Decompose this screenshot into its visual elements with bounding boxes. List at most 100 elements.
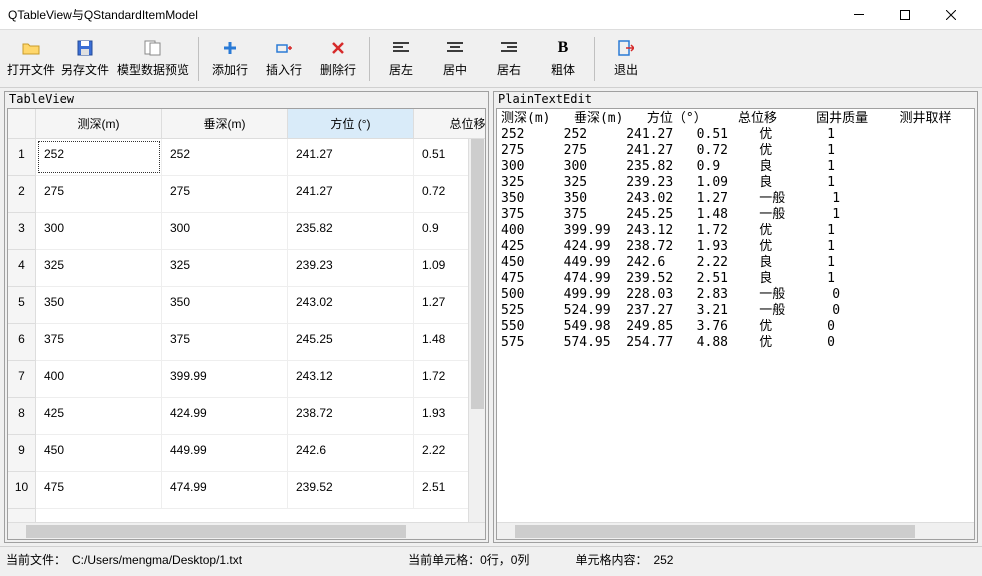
table-cell[interactable]: 425 [36,398,162,434]
table-cell[interactable]: 325 [162,250,288,286]
align-right-button[interactable]: 居右 [482,34,536,84]
add-row-label: 添加行 [212,61,248,78]
table-row: 375375245.251.48一般1 [36,324,485,361]
disk-icon [77,39,93,57]
toolbar-separator [198,37,199,81]
align-left-label: 居左 [389,61,413,78]
row-header[interactable]: 2 [8,176,35,213]
hscroll-thumb[interactable] [26,525,406,538]
table-cell[interactable]: 245.25 [288,324,414,360]
bold-icon: B [558,39,569,57]
table-cell[interactable]: 243.12 [288,361,414,397]
tableview-body: 测深(m)垂深(m)方位 (°)总位移(m)固井质量测井取样 123456789… [7,108,486,540]
status-file-label: 当前文件： [6,551,66,568]
table-cell[interactable]: 399.99 [162,361,288,397]
row-header[interactable]: 9 [8,435,35,472]
row-header[interactable]: 5 [8,287,35,324]
status-content-label: 单元格内容： [575,551,647,568]
table-cell[interactable]: 239.52 [288,472,414,508]
table-cells: 252252241.270.51优1275275241.270.72优13003… [36,139,485,522]
table-cell[interactable]: 241.27 [288,139,414,175]
row-header[interactable]: 4 [8,250,35,287]
row-headers: 12345678910 [8,139,36,522]
table-cell[interactable]: 275 [36,176,162,212]
row-header[interactable]: 10 [8,472,35,509]
table-row: 425424.99238.721.93优1 [36,398,485,435]
open-file-button[interactable]: 打开文件 [4,34,58,84]
align-center-button[interactable]: 居中 [428,34,482,84]
model-preview-button[interactable]: 模型数据预览 [112,34,194,84]
table-row: 252252241.270.51优1 [36,139,485,176]
table-cell[interactable]: 239.23 [288,250,414,286]
column-headers: 测深(m)垂深(m)方位 (°)总位移(m)固井质量测井取样 [36,109,485,139]
insert-icon [276,39,292,57]
align-left-button[interactable]: 居左 [374,34,428,84]
align-right-label: 居右 [497,61,521,78]
table-cell[interactable]: 243.02 [288,287,414,323]
table-cell[interactable]: 350 [36,287,162,323]
add-row-button[interactable]: 添加行 [203,34,257,84]
pte-hscroll-thumb[interactable] [515,525,915,538]
exit-button[interactable]: 退出 [599,34,653,84]
vscroll-thumb[interactable] [471,139,484,409]
save-as-button[interactable]: 另存文件 [58,34,112,84]
plaintext-area[interactable]: 测深(m) 垂深(m) 方位（°） 总位移 固井质量 测井取样 252 252 … [497,109,974,353]
align-center-label: 居中 [443,61,467,78]
table-cell[interactable]: 241.27 [288,176,414,212]
insert-row-button[interactable]: 插入行 [257,34,311,84]
table-vscrollbar[interactable] [468,139,485,522]
maximize-button[interactable] [882,0,928,30]
table-cell[interactable]: 475 [36,472,162,508]
bold-button[interactable]: B 粗体 [536,34,590,84]
delete-row-button[interactable]: 删除行 [311,34,365,84]
column-header[interactable]: 总位移(m) [414,109,485,138]
table-cell[interactable]: 300 [36,213,162,249]
table-cell[interactable]: 375 [36,324,162,360]
exit-icon [618,39,634,57]
status-file-path: C:/Users/mengma/Desktop/1.txt [72,553,242,567]
column-header[interactable]: 方位 (°) [288,109,414,138]
table-cell[interactable]: 400 [36,361,162,397]
plaintext-body: 测深(m) 垂深(m) 方位（°） 总位移 固井质量 测井取样 252 252 … [496,108,975,540]
table-cell[interactable]: 238.72 [288,398,414,434]
table-cell[interactable]: 252 [36,139,162,175]
insert-row-label: 插入行 [266,61,302,78]
column-header[interactable]: 测深(m) [36,109,162,138]
status-cell-label: 当前单元格：0行，0列 [408,551,529,568]
table-cell[interactable]: 449.99 [162,435,288,471]
table-cell[interactable]: 474.99 [162,472,288,508]
status-content-value: 252 [653,553,673,567]
tableview-title: TableView [5,92,488,106]
table-cell[interactable]: 300 [162,213,288,249]
table-corner[interactable] [8,109,36,139]
toolbar: 打开文件另存文件模型数据预览 添加行 插入行 删除行 居左 居中 居右 B 粗体 退出 [0,30,982,88]
row-header[interactable]: 7 [8,361,35,398]
table-row: 350350243.021.27一般1 [36,287,485,324]
table-row: 400399.99243.121.72优1 [36,361,485,398]
row-header[interactable]: 1 [8,139,35,176]
bold-label: 粗体 [551,61,575,78]
table-cell[interactable]: 350 [162,287,288,323]
table-cell[interactable]: 252 [162,139,288,175]
close-button[interactable] [928,0,974,30]
table-cell[interactable]: 242.6 [288,435,414,471]
row-header[interactable]: 8 [8,398,35,435]
table-cell[interactable]: 424.99 [162,398,288,434]
minimize-button[interactable] [836,0,882,30]
table-row: 475474.99239.522.51良1 [36,472,485,509]
plaintext-hscrollbar[interactable] [497,522,974,539]
model-preview-label: 模型数据预览 [117,61,189,78]
delete-row-label: 删除行 [320,61,356,78]
table-cell[interactable]: 450 [36,435,162,471]
table-cell[interactable]: 275 [162,176,288,212]
table-cell[interactable]: 375 [162,324,288,360]
toolbar-separator [594,37,595,81]
table-cell[interactable]: 235.82 [288,213,414,249]
preview-icon [144,39,162,57]
plus-icon [223,39,237,57]
row-header[interactable]: 3 [8,213,35,250]
table-cell[interactable]: 325 [36,250,162,286]
column-header[interactable]: 垂深(m) [162,109,288,138]
row-header[interactable]: 6 [8,324,35,361]
table-hscrollbar[interactable] [8,522,485,539]
